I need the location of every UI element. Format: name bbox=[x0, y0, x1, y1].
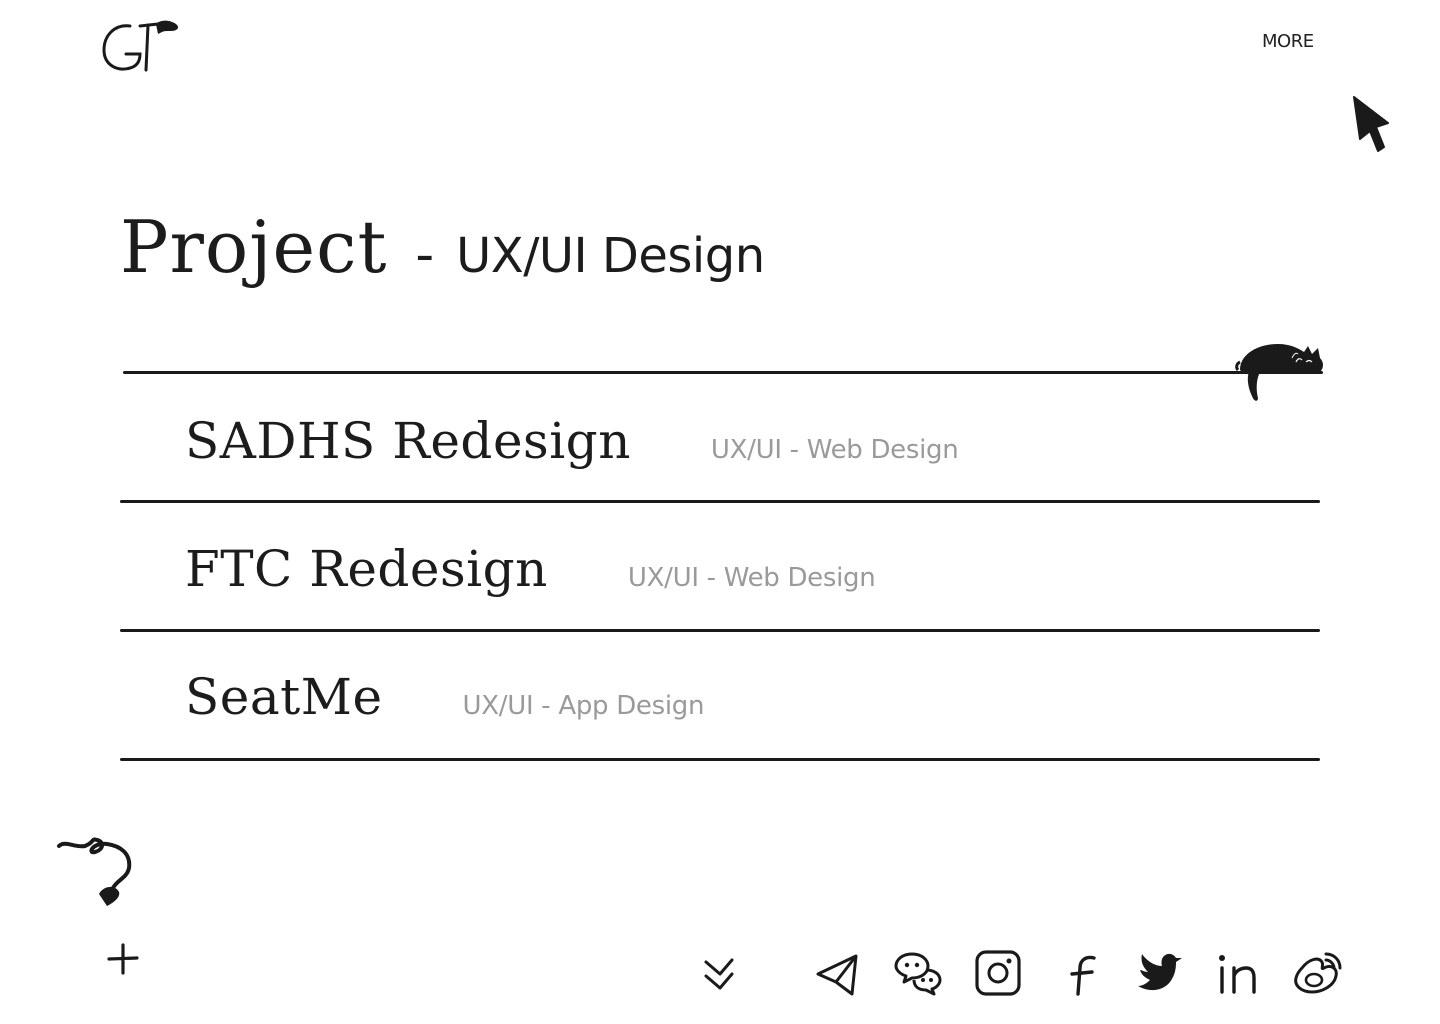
more-link[interactable]: MORE bbox=[1262, 31, 1314, 52]
telegram-icon[interactable] bbox=[812, 946, 864, 1002]
cursor-icon bbox=[1353, 96, 1389, 152]
plus-icon[interactable] bbox=[106, 942, 140, 976]
divider-top bbox=[123, 371, 1323, 374]
project-row-seatme[interactable]: SeatMe UX/UI - App Design bbox=[185, 668, 704, 726]
project-row-sadhs[interactable]: SADHS Redesign UX/UI - Web Design bbox=[185, 412, 959, 470]
page-title: Project - UX/UI Design bbox=[120, 205, 765, 289]
divider bbox=[120, 629, 1320, 632]
facebook-icon[interactable] bbox=[1060, 946, 1112, 1002]
wechat-icon[interactable] bbox=[892, 946, 944, 1002]
page-title-subtitle: UX/UI Design bbox=[456, 228, 765, 284]
project-category: UX/UI - Web Design bbox=[627, 563, 876, 593]
question-icon[interactable] bbox=[55, 836, 137, 910]
twitter-icon[interactable] bbox=[1134, 946, 1186, 1002]
sleeping-cat-icon bbox=[1235, 344, 1323, 401]
page-title-separator: - bbox=[415, 225, 435, 285]
scroll-down-icon[interactable] bbox=[698, 948, 742, 1004]
logo[interactable] bbox=[100, 18, 182, 74]
page-title-main: Project bbox=[120, 205, 388, 289]
project-category: UX/UI - Web Design bbox=[710, 435, 959, 465]
project-name: FTC Redesign bbox=[185, 540, 548, 598]
project-row-ftc[interactable]: FTC Redesign UX/UI - Web Design bbox=[185, 540, 876, 598]
weibo-icon[interactable] bbox=[1290, 946, 1346, 1002]
project-name: SADHS Redesign bbox=[185, 412, 631, 470]
linkedin-icon[interactable] bbox=[1212, 946, 1264, 1002]
divider bbox=[120, 758, 1320, 761]
project-category: UX/UI - App Design bbox=[462, 691, 705, 721]
project-name: SeatMe bbox=[185, 668, 383, 726]
divider bbox=[120, 500, 1320, 503]
instagram-icon[interactable] bbox=[972, 946, 1024, 1002]
